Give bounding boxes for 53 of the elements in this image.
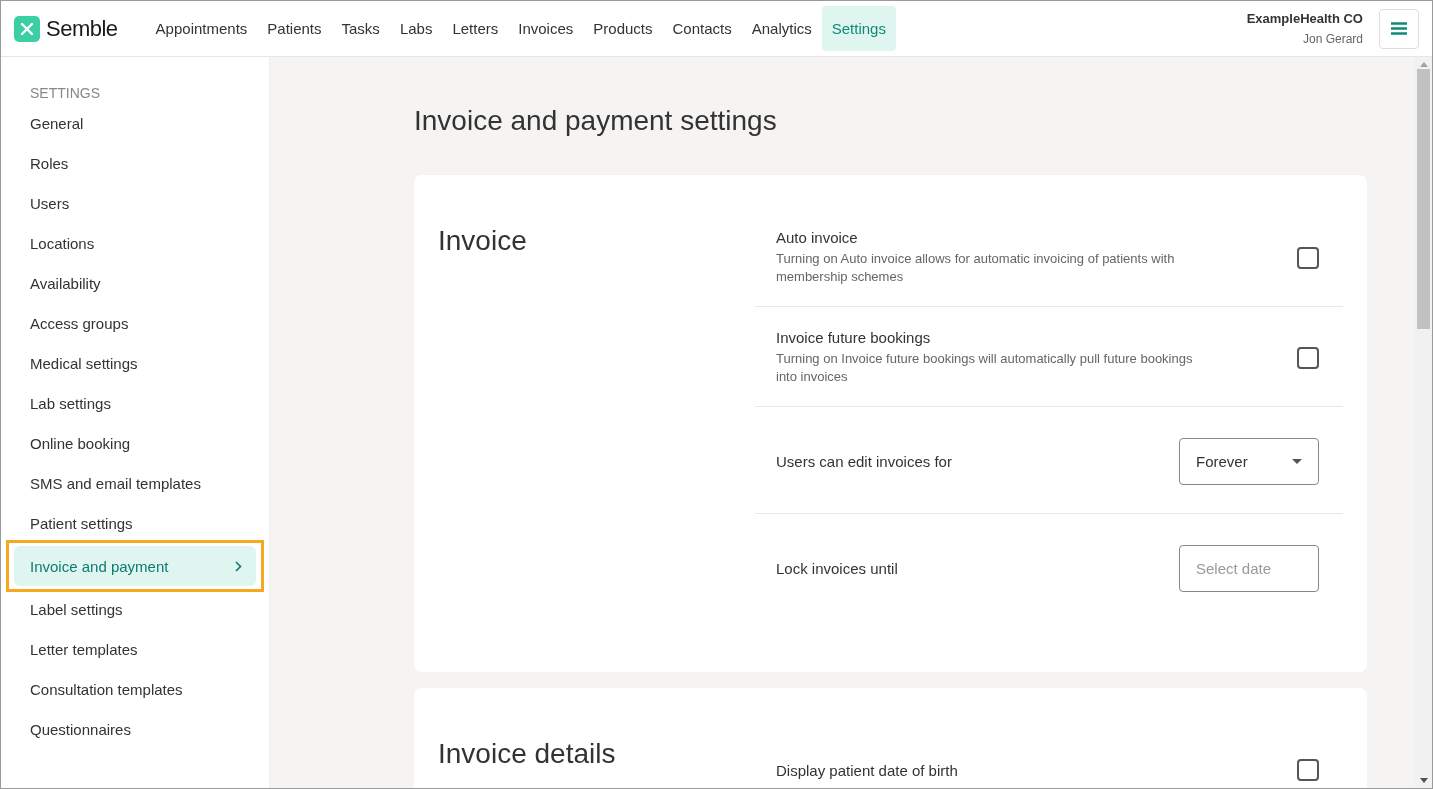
scroll-down-icon[interactable] [1419,778,1428,783]
sidebar-item[interactable]: Locations [14,223,256,263]
date-field[interactable]: Select date [1179,544,1319,592]
nav-tab[interactable]: Products [583,6,663,51]
sidebar-item[interactable]: General [14,103,256,143]
sidebar-item[interactable]: Access groups [14,303,256,343]
nav-tab[interactable]: Settings [821,6,896,51]
nav-tab[interactable]: Patients [257,6,332,51]
sidebar-heading: SETTINGS [29,85,101,101]
chevron-right-icon [235,560,242,572]
checkbox[interactable] [1297,346,1319,369]
sidebar-item-label: Invoice and payment [30,557,169,575]
nav-tab[interactable]: Labs [389,6,443,51]
nav-tab[interactable]: Analytics [741,6,822,51]
setting-description: Turning on Invoice future bookings will automatically pull future bookings into invoices [776,350,1194,386]
sidebar-item[interactable]: Roles [14,143,256,183]
sidebar-item[interactable]: Letter templates [14,629,256,669]
sidebar-item[interactable]: SMS and email templates [14,463,256,503]
nav-tab[interactable]: Tasks [331,6,390,51]
menu-button[interactable] [1379,8,1419,49]
sidebar-item[interactable]: Invoice and payment [14,546,256,586]
sidebar-item[interactable]: Online booking [14,423,256,463]
brand-name: Semble [46,15,118,42]
setting-label: Auto invoice [776,229,859,246]
section-title: Invoice [438,225,528,258]
caret-down-icon [1292,458,1302,464]
sidebar-item[interactable]: Lab settings [14,383,256,423]
user-name: Jon Gerard [1301,32,1363,46]
logo-icon [14,15,40,42]
setting-label: Display patient date of birth [776,761,958,779]
scrollbar-thumb[interactable] [1417,69,1430,329]
setting-label: Lock invoices until [776,559,898,577]
sidebar-item[interactable]: Users [14,183,256,223]
sidebar-item[interactable]: Questionnaires [14,709,256,749]
setting-description: Turning on Auto invoice allows for automatic invoicing of patients with membership schemes [776,250,1176,286]
setting-label: Invoice future bookings [776,329,932,346]
nav-tab[interactable]: Invoices [508,6,584,51]
checkbox[interactable] [1297,759,1319,781]
nav-tab[interactable]: Letters [442,6,509,51]
page-title: Invoice and payment settings [414,105,778,137]
sidebar-item[interactable]: Consultation templates [14,669,256,709]
sidebar-item[interactable]: Patient settings [14,503,256,543]
dropdown[interactable]: Forever [1179,437,1319,485]
organization-name: ExampleHealth CO [1246,11,1363,26]
sidebar-item[interactable]: Label settings [14,589,256,629]
nav-tab[interactable]: Contacts [662,6,742,51]
section-title: Invoice details [438,738,617,771]
sidebar-item[interactable]: Medical settings [14,343,256,383]
checkbox[interactable] [1297,246,1319,269]
menu-icon [1391,22,1407,35]
setting-label: Users can edit invoices for [776,452,952,470]
nav-tab[interactable]: Appointments [145,6,258,51]
sidebar-item[interactable]: Availability [14,263,256,303]
